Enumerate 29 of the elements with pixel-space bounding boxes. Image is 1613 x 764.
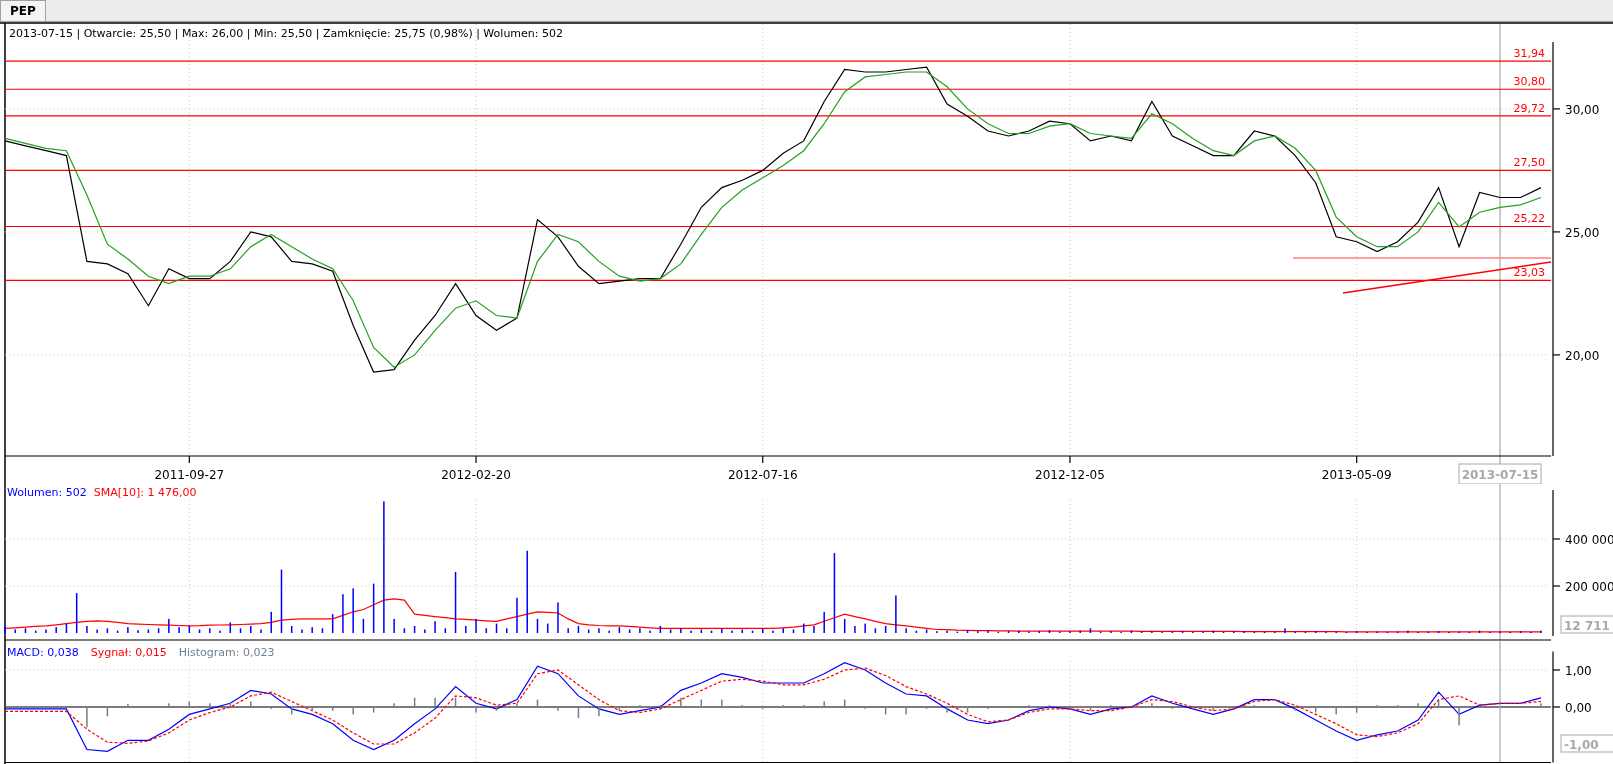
y-axis-label: 20,00 bbox=[1565, 348, 1600, 363]
y-axis-label: 200 000 bbox=[1565, 580, 1613, 594]
y-axis-label: 1,00 bbox=[1565, 664, 1592, 678]
legend-label: Wolumen: 502 bbox=[7, 486, 87, 499]
chart-tab[interactable]: PEP bbox=[0, 0, 46, 21]
cursor-value-label: 12 711 bbox=[1560, 615, 1613, 634]
level-label: 27,50 bbox=[1513, 156, 1545, 170]
cursor-value-label: -1,00 bbox=[1560, 734, 1613, 753]
level-label: 23,03 bbox=[1513, 266, 1545, 280]
legend-label: Histogram: 0,023 bbox=[178, 646, 275, 659]
y-axis-label: 25,00 bbox=[1565, 225, 1600, 240]
level-label: 25,22 bbox=[1513, 212, 1545, 226]
level-label: 31,94 bbox=[1513, 47, 1545, 61]
x-tick-label: 2013-07-15 bbox=[1461, 468, 1539, 482]
y-axis-label: 400 000 bbox=[1565, 533, 1613, 547]
y-axis-label: 30,00 bbox=[1565, 102, 1600, 117]
x-axis-label: 2013-05-09 bbox=[1321, 468, 1392, 482]
legend-label: Sygnał: 0,015 bbox=[90, 646, 167, 659]
x-axis-label: 2012-12-05 bbox=[1035, 468, 1105, 482]
level-label: 30,80 bbox=[1513, 75, 1545, 89]
level-label: 29,72 bbox=[1513, 101, 1545, 115]
x-axis-label: 2011-09-27 bbox=[154, 468, 225, 482]
legend-label: MACD: 0,038 bbox=[7, 646, 79, 659]
y-axis-label: 0,00 bbox=[1565, 701, 1592, 715]
x-axis-label: 2012-07-16 bbox=[727, 468, 798, 482]
x-axis-label: 2012-02-20 bbox=[441, 468, 511, 482]
ohlc-summary: 2013-07-15 | Otwarcie: 25,50 | Max: 26,00 | Min: 25,50 | Zamknięcie: 25,75 (0,98%) | Wolumen: 502 bbox=[9, 27, 563, 40]
cursor-date-label: 2013-07-15 bbox=[1458, 463, 1542, 484]
legend-label: SMA[10]: 1 476,00 bbox=[93, 486, 197, 499]
